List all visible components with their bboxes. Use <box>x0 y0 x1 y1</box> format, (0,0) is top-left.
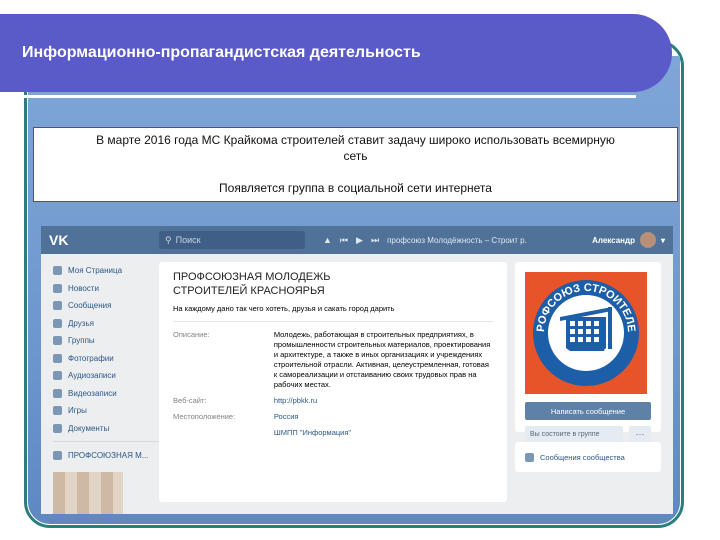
info-key: Описание: <box>173 330 210 339</box>
sidebar-item[interactable]: Фотографии <box>53 350 159 368</box>
sidebar-item[interactable]: Игры <box>53 402 159 420</box>
sidebar-item[interactable]: Новости <box>53 280 159 298</box>
vk-header: VK ⚲ Поиск ▲ ⏮ ▶ ⏭ профсоюз Молодёжность… <box>41 226 673 254</box>
slide: Информационно-пропагандистская деятельно… <box>0 0 720 540</box>
video-icon <box>53 388 62 398</box>
description-box: В марте 2016 года МС Крайкома строителей… <box>33 127 678 202</box>
play-icon[interactable]: ▶ <box>356 235 363 246</box>
chevron-down-icon: ▾ <box>660 235 665 245</box>
description-line-1: В марте 2016 года МС Крайкома строителей… <box>96 133 615 147</box>
more-options-button[interactable]: ··· <box>629 426 651 442</box>
tag-link[interactable]: ШМПП "Информация" <box>274 428 493 438</box>
sidebar-item-label: Группы <box>68 336 95 346</box>
website-link[interactable]: http://pbkk.ru <box>274 396 493 406</box>
groups-icon <box>53 336 62 346</box>
sidebar-item-label: Сообщения <box>68 301 112 311</box>
info-row-location: Местоположение: Россия <box>173 412 493 422</box>
info-key: Местоположение: <box>173 412 236 421</box>
vk-screenshot: VK ⚲ Поиск ▲ ⏮ ▶ ⏭ профсоюз Молодёжность… <box>41 226 673 514</box>
description-line-3: Появляется группа в социальной сети инте… <box>219 181 492 195</box>
sidebar-item[interactable]: Видеозаписи <box>53 385 159 403</box>
location-link[interactable]: Россия <box>274 412 493 422</box>
avatar <box>639 232 656 248</box>
info-value: Молодежь, работающая в строительных пред… <box>273 330 491 389</box>
sidebar-item-label: Документы <box>68 423 110 433</box>
sidebar-item-label: Игры <box>68 406 87 416</box>
title-bar: Информационно-пропагандистская деятельно… <box>0 14 672 92</box>
sidebar: Моя Страница Новости Сообщения Друзья Группы… <box>53 262 159 514</box>
sidebar-item[interactable]: Аудиозаписи <box>53 367 159 385</box>
bell-icon[interactable]: ▲ <box>323 235 332 246</box>
description-line-2: сеть <box>343 149 368 163</box>
sidebar-item-label: Моя Страница <box>68 266 123 276</box>
sidebar-item[interactable]: Друзья <box>53 315 159 333</box>
membership-row: Вы состоите в группе ··· <box>525 426 651 442</box>
group-photo[interactable]: ПРОФСОЮЗ СТРОИТЕЛЕЙ РОССИИ <box>525 272 647 394</box>
sidebar-item-label: Аудиозаписи <box>68 371 116 381</box>
home-icon <box>53 266 62 276</box>
search-icon: ⚲ <box>165 234 172 245</box>
send-message-button[interactable]: Написать сообщение <box>525 402 651 420</box>
divider <box>173 321 493 322</box>
vk-logo[interactable]: VK <box>49 232 159 248</box>
sidebar-item[interactable]: Моя Страница <box>53 262 159 280</box>
membership-dropdown[interactable]: Вы состоите в группе <box>525 426 623 442</box>
title-underline <box>0 95 636 98</box>
sidebar-item[interactable]: Группы <box>53 332 159 350</box>
next-icon[interactable]: ⏭ <box>371 235 379 246</box>
slide-title: Информационно-пропагандистская деятельно… <box>22 44 421 61</box>
friends-icon <box>53 318 62 328</box>
photos-icon <box>53 353 62 363</box>
right-column: ПРОФСОЮЗ СТРОИТЕЛЕЙ РОССИИ Написать сооб… <box>515 262 661 472</box>
sidebar-item-label: Видеозаписи <box>68 388 117 398</box>
sidebar-item[interactable]: Документы <box>53 420 159 438</box>
groups-icon <box>53 450 62 460</box>
documents-icon <box>53 423 62 433</box>
info-key: Веб-сайт: <box>173 396 207 405</box>
info-row-description: Описание: Молодежь, работающая в строите… <box>173 330 493 390</box>
chat-icon <box>525 452 534 462</box>
sidebar-group-label: ПРОФСОЮЗНАЯ М... <box>68 450 149 460</box>
search-placeholder: Поиск <box>175 235 201 245</box>
sidebar-item[interactable]: Сообщения <box>53 297 159 315</box>
community-messages-label: Сообщения сообщества <box>540 452 625 462</box>
user-menu[interactable]: Александр ▾ <box>592 232 665 248</box>
group-photo-card: ПРОФСОЮЗ СТРОИТЕЛЕЙ РОССИИ Написать сооб… <box>515 262 661 442</box>
sidebar-divider <box>53 441 159 442</box>
music-icon <box>53 371 62 381</box>
sidebar-item-group[interactable]: ПРОФСОЮЗНАЯ М... <box>53 446 159 464</box>
info-row-tag: ШМПП "Информация" <box>173 428 493 438</box>
previous-icon[interactable]: ⏮ <box>340 235 348 246</box>
community-messages-link[interactable]: Сообщения сообщества <box>515 442 661 472</box>
sidebar-item-label: Друзья <box>68 318 94 328</box>
sidebar-item-label: Новости <box>68 283 99 293</box>
messages-icon <box>53 301 62 311</box>
group-name: ПРОФСОЮЗНАЯ МОЛОДЕЖЬ СТРОИТЕЛЕЙ КРАСНОЯР… <box>173 271 331 297</box>
player-controls: ▲ ⏮ ▶ ⏭ <box>323 235 379 246</box>
union-emblem: ПРОФСОЮЗ СТРОИТЕЛЕЙ РОССИИ <box>530 277 639 386</box>
group-info-card: ПРОФСОЮЗНАЯ МОЛОДЕЖЬ СТРОИТЕЛЕЙ КРАСНОЯР… <box>159 262 507 502</box>
group-thumbnail[interactable] <box>53 472 123 514</box>
search-input[interactable]: ⚲ Поиск <box>159 231 305 249</box>
sidebar-item-label: Фотографии <box>68 353 114 363</box>
games-icon <box>53 406 62 416</box>
now-playing[interactable]: профсоюз Молодёжность – Строит р. <box>387 236 527 245</box>
group-status: На каждому дано так чего хотеть, друзья … <box>173 304 395 313</box>
user-name: Александр <box>592 235 635 245</box>
news-icon <box>53 283 62 293</box>
info-row-website: Веб-сайт: http://pbkk.ru <box>173 396 493 406</box>
